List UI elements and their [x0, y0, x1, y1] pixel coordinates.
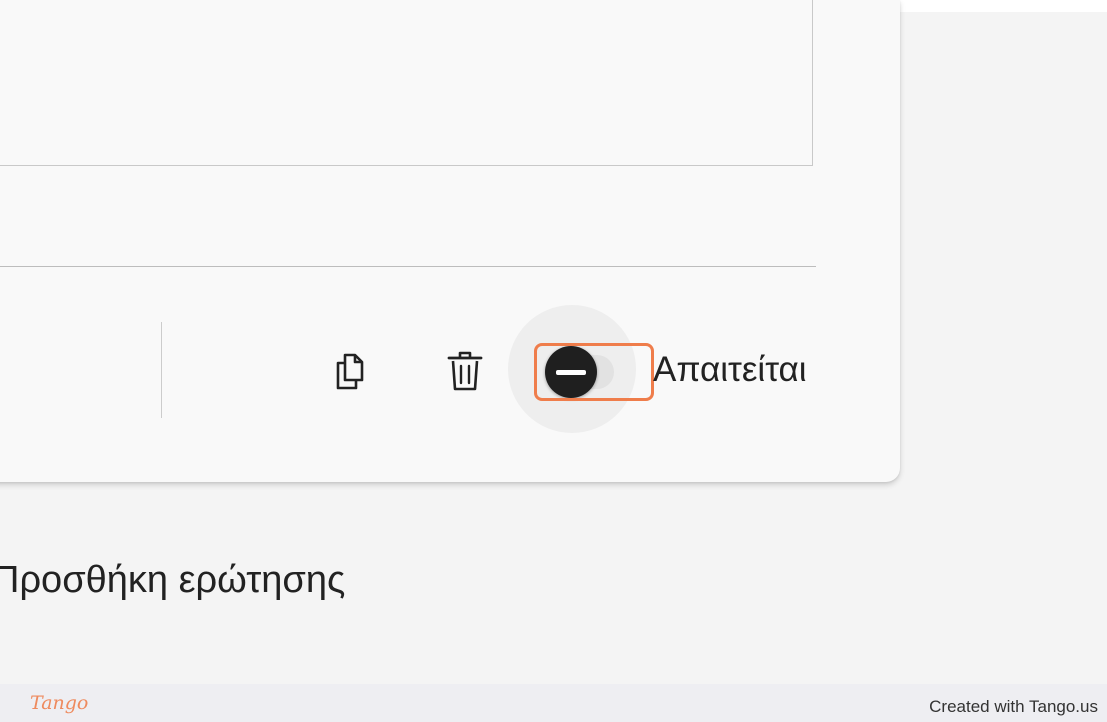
click-highlight [534, 343, 654, 401]
duplicate-button[interactable] [328, 349, 372, 393]
delete-button[interactable] [443, 349, 487, 393]
toolbar-divider [161, 322, 162, 418]
answer-text-area[interactable] [0, 0, 813, 166]
required-label: Απαιτείται [653, 350, 807, 389]
created-with-text: Created with Tango.us [929, 697, 1098, 716]
copy-icon [336, 353, 364, 390]
tango-logo: Tango [30, 692, 89, 714]
field-underline [0, 266, 816, 267]
trash-icon [447, 351, 483, 391]
add-question-button[interactable]: Προσθήκη ερώτησης [0, 557, 345, 603]
question-card [0, 0, 900, 482]
